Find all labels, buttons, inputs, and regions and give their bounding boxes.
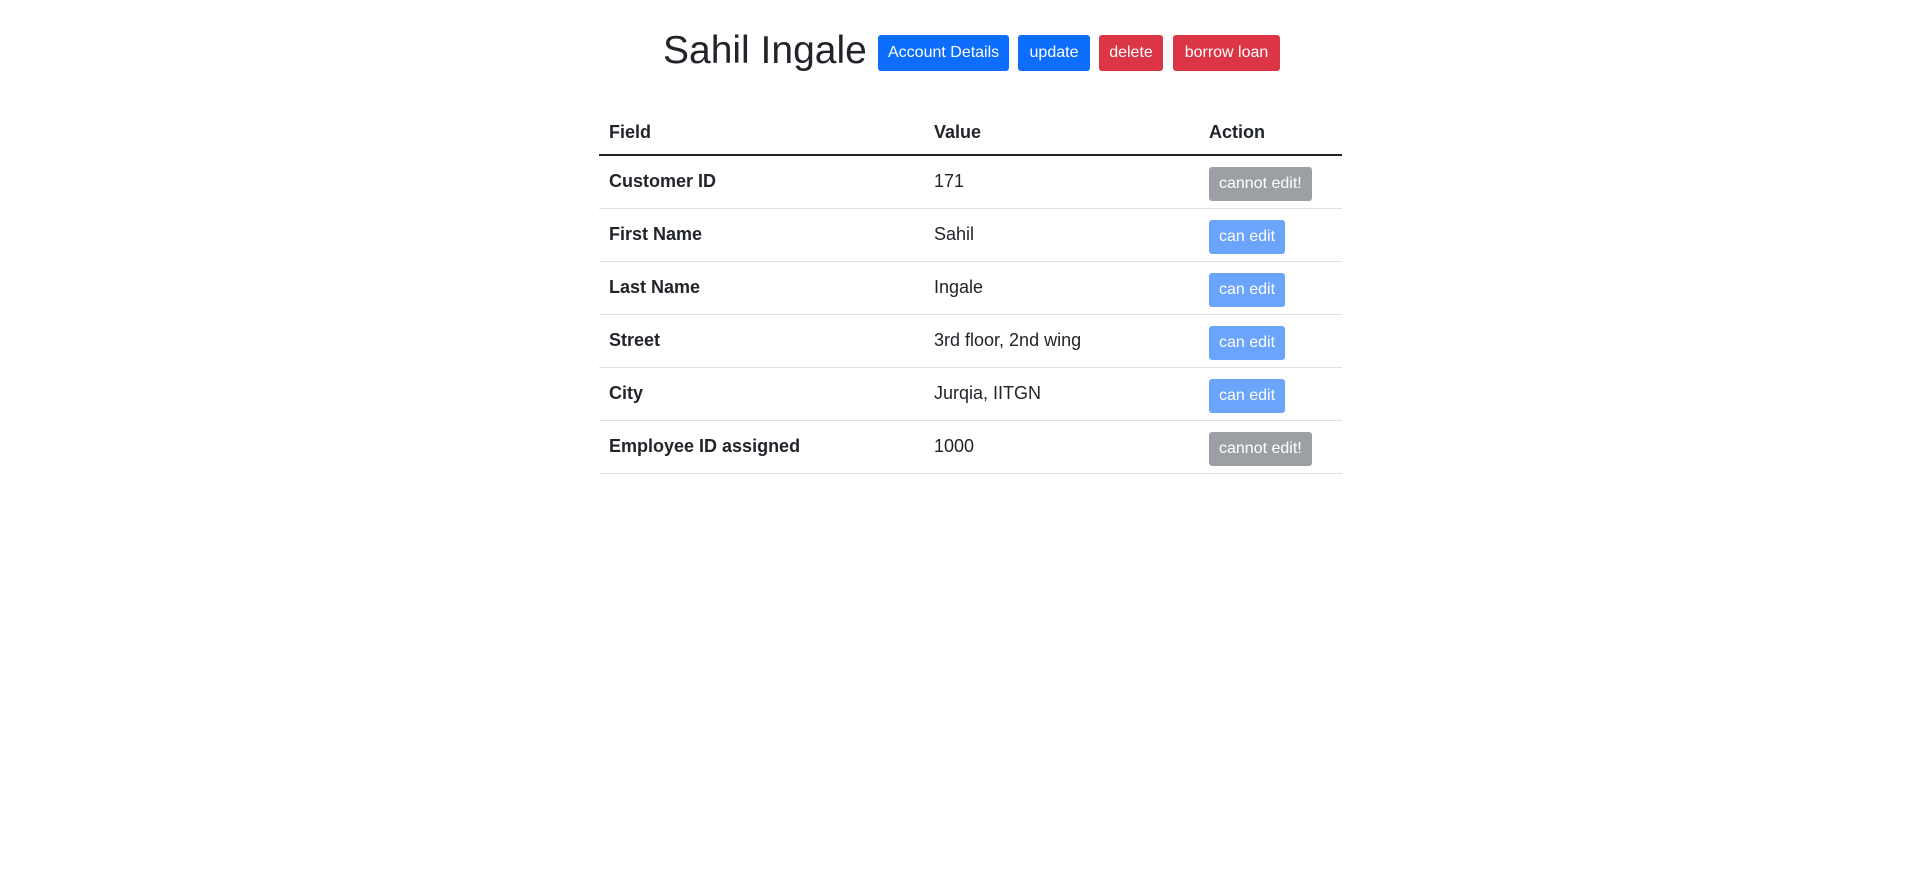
table-row: Employee ID assigned 1000 cannot edit!	[599, 420, 1342, 474]
field-value: 1000	[924, 420, 1199, 474]
table-row: Street 3rd floor, 2nd wing can edit	[599, 314, 1342, 368]
table-row: Customer ID 171 cannot edit!	[599, 155, 1342, 209]
field-label: Street	[599, 314, 924, 368]
action-cell: can edit	[1199, 314, 1342, 368]
cannot-edit-button[interactable]: cannot edit!	[1209, 431, 1312, 466]
cannot-edit-button[interactable]: cannot edit!	[1209, 166, 1312, 201]
delete-button[interactable]: delete	[1099, 35, 1163, 71]
table-row: City Jurqia, IITGN can edit	[599, 367, 1342, 421]
can-edit-button[interactable]: can edit	[1209, 325, 1286, 360]
field-value: Ingale	[924, 261, 1199, 315]
field-value: Jurqia, IITGN	[924, 367, 1199, 421]
column-header-field: Field	[599, 110, 924, 156]
field-value: Sahil	[924, 208, 1199, 262]
action-cell: can edit	[1199, 367, 1342, 421]
can-edit-button[interactable]: can edit	[1209, 378, 1286, 413]
column-header-value: Value	[924, 110, 1199, 156]
field-value: 3rd floor, 2nd wing	[924, 314, 1199, 368]
borrow-loan-button[interactable]: borrow loan	[1173, 35, 1280, 71]
table-row: First Name Sahil can edit	[599, 208, 1342, 262]
customer-details-table: Field Value Action Customer ID 171 canno…	[599, 110, 1342, 474]
field-label: First Name	[599, 208, 924, 262]
field-label: Employee ID assigned	[599, 420, 924, 474]
action-cell: cannot edit!	[1199, 155, 1342, 209]
action-cell: can edit	[1199, 261, 1342, 315]
update-button[interactable]: update	[1018, 35, 1090, 71]
field-value: 171	[924, 155, 1199, 209]
table-header-row: Field Value Action	[599, 110, 1342, 156]
action-cell: cannot edit!	[1199, 420, 1342, 474]
field-label: City	[599, 367, 924, 421]
column-header-action: Action	[1199, 110, 1342, 156]
action-cell: can edit	[1199, 208, 1342, 262]
page-header: Sahil Ingale Account Details update dele…	[0, 29, 1920, 73]
account-details-button[interactable]: Account Details	[878, 35, 1009, 71]
can-edit-button[interactable]: can edit	[1209, 219, 1286, 254]
page-title: Sahil Ingale	[663, 29, 867, 72]
can-edit-button[interactable]: can edit	[1209, 272, 1286, 307]
field-label: Last Name	[599, 261, 924, 315]
table-row: Last Name Ingale can edit	[599, 261, 1342, 315]
field-label: Customer ID	[599, 155, 924, 209]
